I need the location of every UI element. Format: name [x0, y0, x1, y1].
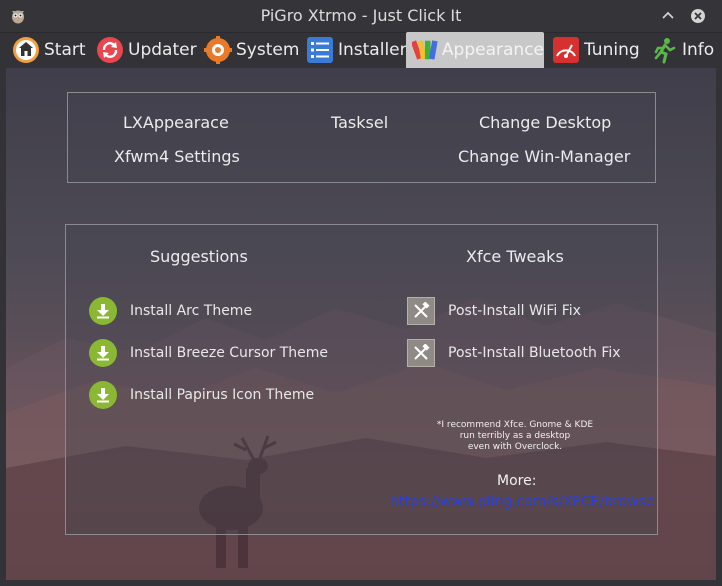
- install-breeze-cursor-button[interactable]: Install Breeze Cursor Theme: [89, 339, 328, 367]
- suggestions-panel: [65, 224, 658, 535]
- note-line: *I recommend Xfce. Gnome & KDE: [436, 420, 594, 430]
- tab-updater[interactable]: Updater: [96, 32, 197, 68]
- refresh-icon: [97, 37, 123, 63]
- bluetooth-fix-button[interactable]: Post-Install Bluetooth Fix: [407, 339, 621, 367]
- install-arc-theme-button[interactable]: Install Arc Theme: [89, 297, 252, 325]
- tab-tuning[interactable]: Tuning: [552, 32, 640, 68]
- tab-label: Info: [682, 40, 715, 60]
- list-icon: [307, 37, 333, 63]
- note-line: run terribly as a desktop: [459, 431, 571, 441]
- speedometer-icon: [553, 37, 579, 63]
- tools-icon: [407, 297, 435, 325]
- lxappearance-button[interactable]: LXAppearace: [123, 113, 229, 132]
- palette-icon: [412, 40, 438, 60]
- note-line: even with Overclock.: [467, 442, 563, 452]
- tab-bar: Start Updater System Installer Appearanc…: [6, 32, 716, 68]
- tab-label: Updater: [128, 40, 197, 60]
- item-label: Post-Install WiFi Fix: [448, 303, 581, 319]
- tab-installer[interactable]: Installer: [306, 32, 407, 68]
- tools-icon: [407, 339, 435, 367]
- item-label: Post-Install Bluetooth Fix: [448, 345, 621, 361]
- xfwm4-settings-button[interactable]: Xfwm4 Settings: [114, 147, 240, 166]
- more-label: More:: [497, 473, 537, 489]
- tab-start[interactable]: Start: [12, 32, 86, 68]
- download-icon: [89, 339, 117, 367]
- xfce-tweaks-heading: Xfce Tweaks: [466, 247, 564, 266]
- tab-label: Tuning: [584, 40, 640, 60]
- gear-icon: [204, 36, 232, 64]
- home-icon: [13, 37, 39, 63]
- tab-system[interactable]: System: [204, 32, 299, 68]
- desktop-tools-panel: [67, 92, 656, 183]
- download-icon: [89, 381, 117, 409]
- item-label: Install Breeze Cursor Theme: [130, 345, 329, 361]
- chevron-up-icon[interactable]: [660, 8, 676, 24]
- wifi-fix-button[interactable]: Post-Install WiFi Fix: [407, 297, 581, 325]
- download-icon: [89, 297, 117, 325]
- change-win-manager-button[interactable]: Change Win-Manager: [458, 147, 630, 166]
- item-label: Install Papirus Icon Theme: [130, 387, 315, 403]
- runner-icon: [654, 38, 676, 64]
- pling-xfce-link[interactable]: https://www.pling.com/s/XFCE/browse: [390, 494, 654, 510]
- tab-label: Start: [44, 40, 86, 60]
- title-bar: PiGro Xtrmo - Just Click It: [0, 0, 722, 33]
- tab-info[interactable]: Info: [650, 32, 714, 68]
- suggestions-heading: Suggestions: [150, 247, 248, 266]
- app-window: PiGro Xtrmo - Just Click It Start Update…: [0, 0, 722, 586]
- close-icon[interactable]: [690, 8, 706, 24]
- appearance-page: LXAppearace Tasksel Change Desktop Xfwm4…: [6, 68, 716, 580]
- window-title: PiGro Xtrmo - Just Click It: [260, 6, 462, 25]
- tab-appearance[interactable]: Appearance: [406, 32, 544, 68]
- tab-label: Appearance: [441, 40, 544, 60]
- xfce-recommendation-note: *I recommend Xfce. Gnome & KDE run terri…: [430, 420, 600, 453]
- install-papirus-icon-button[interactable]: Install Papirus Icon Theme: [89, 381, 314, 409]
- item-label: Install Arc Theme: [130, 303, 253, 319]
- tab-label: System: [236, 40, 300, 60]
- change-desktop-button[interactable]: Change Desktop: [479, 113, 611, 132]
- tasksel-button[interactable]: Tasksel: [331, 113, 388, 132]
- tab-label: Installer: [338, 40, 407, 60]
